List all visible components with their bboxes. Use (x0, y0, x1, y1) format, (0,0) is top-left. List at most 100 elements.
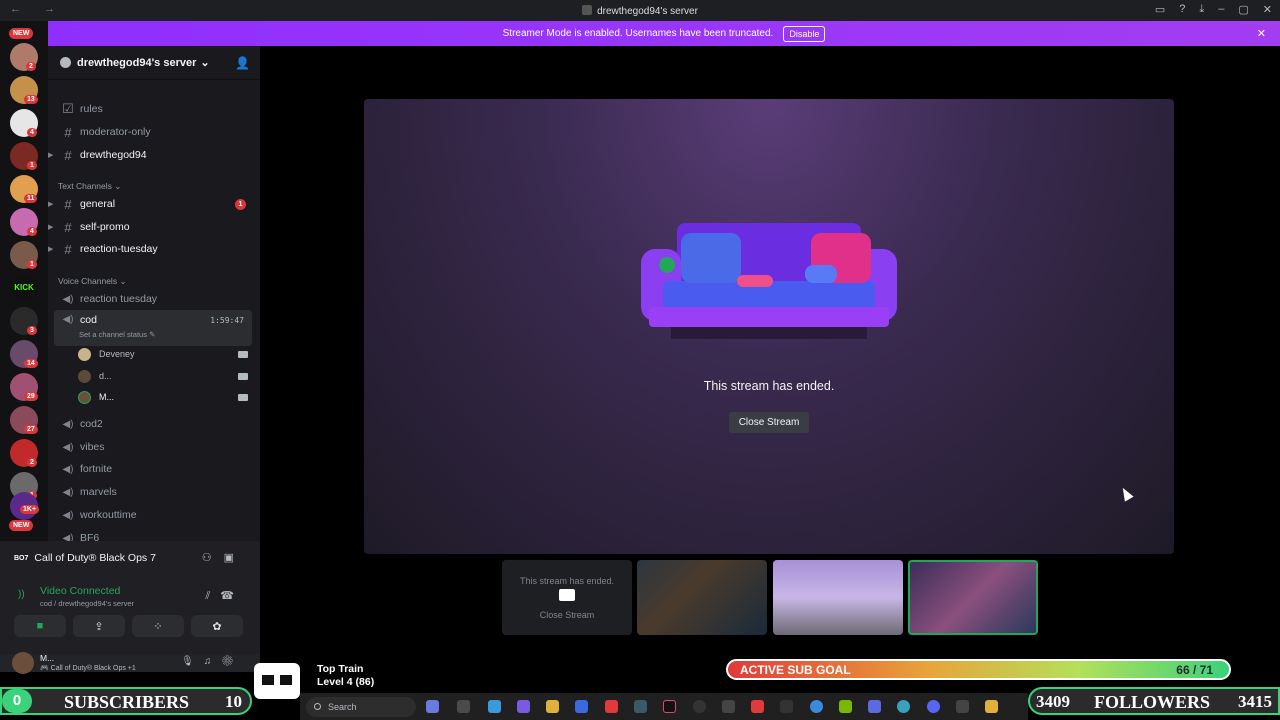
subscribers-bar: 0 SUBSCRIBERS 10 (0, 687, 252, 715)
hash-icon: # (64, 241, 72, 257)
set-channel-status[interactable]: Set a channel status ✎ (79, 330, 155, 339)
voice-member[interactable]: Deveney (78, 344, 252, 364)
mention-badge: 4 (27, 128, 37, 137)
maximize-button[interactable]: ▢ (1238, 3, 1248, 16)
taskbar-app-icon[interactable] (634, 700, 647, 713)
screen-share-icon: ⇪ (94, 620, 104, 633)
channel-rules[interactable]: ☑ rules (54, 98, 252, 120)
taskbar-app-icon[interactable] (517, 700, 530, 713)
voice-channel-fortnite[interactable]: ◀) fortnite (54, 458, 252, 480)
taskbar-app-icon[interactable] (488, 700, 501, 713)
noise-suppression-icon[interactable]: ⫽ (205, 590, 220, 602)
channel-self-promo[interactable]: ▶ # self-promo (48, 216, 252, 238)
download-icon[interactable]: ⤓ (1199, 3, 1204, 16)
game-activity: BO7 Call of Duty® Black Ops 7 (14, 552, 156, 564)
taskbar-app-icon[interactable] (751, 700, 764, 713)
add-friend-icon[interactable]: ⚇ (202, 552, 224, 564)
chevron-right-icon: ▶ (48, 201, 54, 208)
member-name: M... (99, 392, 114, 402)
taskbar-app-icon[interactable] (780, 700, 793, 713)
thumb-close-stream[interactable]: Close Stream (502, 610, 632, 620)
taskbar-app-icon[interactable] (457, 700, 470, 713)
category-text-channels[interactable]: Text Channels ⌄ (58, 181, 121, 192)
activity-controls: ⚇▣ (202, 551, 246, 564)
screen-share-button[interactable]: ⇪ (73, 615, 125, 637)
disable-streamer-mode-button[interactable]: Disable (783, 25, 826, 42)
settings-gear-icon[interactable]: ⚙ (221, 656, 244, 667)
voice-channel-cod[interactable]: ◀) cod 1:59:47 Set a channel status ✎ (54, 310, 252, 346)
voice-channel-workouttime[interactable]: ◀) workouttime (54, 504, 252, 526)
voice-channel-vibes[interactable]: ◀) vibes (54, 436, 252, 458)
voice-channel-reaction-tuesday[interactable]: ◀) reaction tuesday (54, 288, 252, 310)
close-window-button[interactable]: ✕ (1263, 3, 1272, 16)
taskbar-app-icon[interactable] (426, 700, 439, 713)
inbox-icon[interactable]: ▭ (1155, 3, 1165, 16)
voice-controls: ⫽☎ (205, 589, 244, 603)
chevron-right-icon: ▶ (48, 246, 54, 253)
window-controls: ▭ ? ⤓ – ▢ ✕ (1155, 3, 1272, 16)
soundboard-button[interactable]: ✿ (191, 615, 243, 637)
voice-status-panel: BO7 Call of Duty® Black Ops 7 ⚇▣ )) Video… (0, 541, 260, 654)
tiktok-icon[interactable] (663, 700, 676, 713)
avatar (78, 369, 91, 383)
close-icon[interactable]: ✕ (1257, 27, 1266, 40)
channel-label: cod2 (80, 418, 103, 430)
avatar[interactable] (12, 652, 34, 674)
video-tile[interactable] (637, 560, 767, 635)
category-voice-channels[interactable]: Voice Channels ⌄ (58, 276, 127, 287)
taskbar-app-icon[interactable] (810, 700, 823, 713)
followers-label: FOLLOWERS (1094, 692, 1211, 712)
taskbar-app-icon[interactable] (575, 700, 588, 713)
server-header[interactable]: drewthegod94's server ⌄ 👤 (48, 46, 260, 80)
video-tile[interactable] (773, 560, 903, 635)
headphones-icon[interactable]: ♫ (204, 656, 222, 667)
invite-people-icon[interactable]: 👤 (235, 56, 250, 70)
edge-icon[interactable] (897, 700, 910, 713)
close-stream-button[interactable]: Close Stream (729, 412, 809, 433)
taskbar-app-icon[interactable] (868, 700, 881, 713)
user-status: 🎮 Call of Duty® Black Ops +1 (40, 665, 136, 672)
video-camera-icon (238, 372, 248, 380)
camera-button[interactable]: ■ (14, 615, 66, 637)
mention-badge: 27 (24, 425, 38, 434)
channel-general[interactable]: ▶ # general 1 (48, 193, 252, 215)
channel-label: marvels (80, 486, 117, 498)
voice-channel-marvels[interactable]: ◀) marvels (54, 481, 252, 503)
help-icon[interactable]: ? (1179, 3, 1185, 16)
screen-icon[interactable]: ▣ (224, 552, 246, 564)
activities-button[interactable]: ⁘ (132, 615, 184, 637)
channel-drewthegod94[interactable]: ▶ # drewthegod94 (48, 144, 252, 166)
speaker-icon: ◀) (62, 441, 74, 453)
folder-icon[interactable] (546, 700, 559, 713)
channel-label: rules (80, 103, 103, 115)
chevron-down-icon: ⌄ (200, 57, 210, 69)
disconnect-icon[interactable]: ☎ (220, 590, 244, 602)
nvidia-icon[interactable] (839, 700, 852, 713)
voice-member[interactable]: M... (78, 387, 252, 407)
channel-reaction-tuesday[interactable]: ▶ # reaction-tuesday (48, 238, 252, 260)
mention-badge: 29 (24, 392, 38, 401)
discord-icon[interactable] (927, 700, 940, 713)
signal-icon[interactable]: )) (18, 589, 25, 600)
minimize-button[interactable]: – (1218, 3, 1224, 16)
hash-icon: # (64, 219, 72, 235)
taskbar-app-icon[interactable] (956, 700, 969, 713)
kick-server-icon[interactable]: KICK (10, 274, 38, 302)
connection-status[interactable]: Video Connected (40, 585, 120, 597)
game-title: Call of Duty® Black Ops 7 (34, 552, 156, 564)
taskbar-app-icon[interactable] (985, 700, 998, 713)
stream-thumbnail[interactable]: This stream has ended. Close Stream (502, 560, 632, 635)
voice-channel-cod2[interactable]: ◀) cod2 (54, 413, 252, 435)
taskbar-app-icon[interactable] (722, 700, 735, 713)
window-title-text: drewthegod94's server (597, 6, 698, 17)
microphone-icon[interactable]: 🎙 (181, 656, 204, 667)
voice-member[interactable]: d... (78, 366, 252, 386)
server-boost-icon (60, 57, 71, 68)
taskbar-app-icon[interactable] (693, 700, 706, 713)
youtube-icon[interactable] (605, 700, 618, 713)
video-tile[interactable] (908, 560, 1038, 635)
category-label: Voice Channels (58, 276, 118, 286)
channel-label: moderator-only (80, 126, 151, 138)
taskbar-search[interactable]: Search (306, 697, 416, 717)
channel-moderator-only[interactable]: # moderator-only (54, 121, 252, 143)
